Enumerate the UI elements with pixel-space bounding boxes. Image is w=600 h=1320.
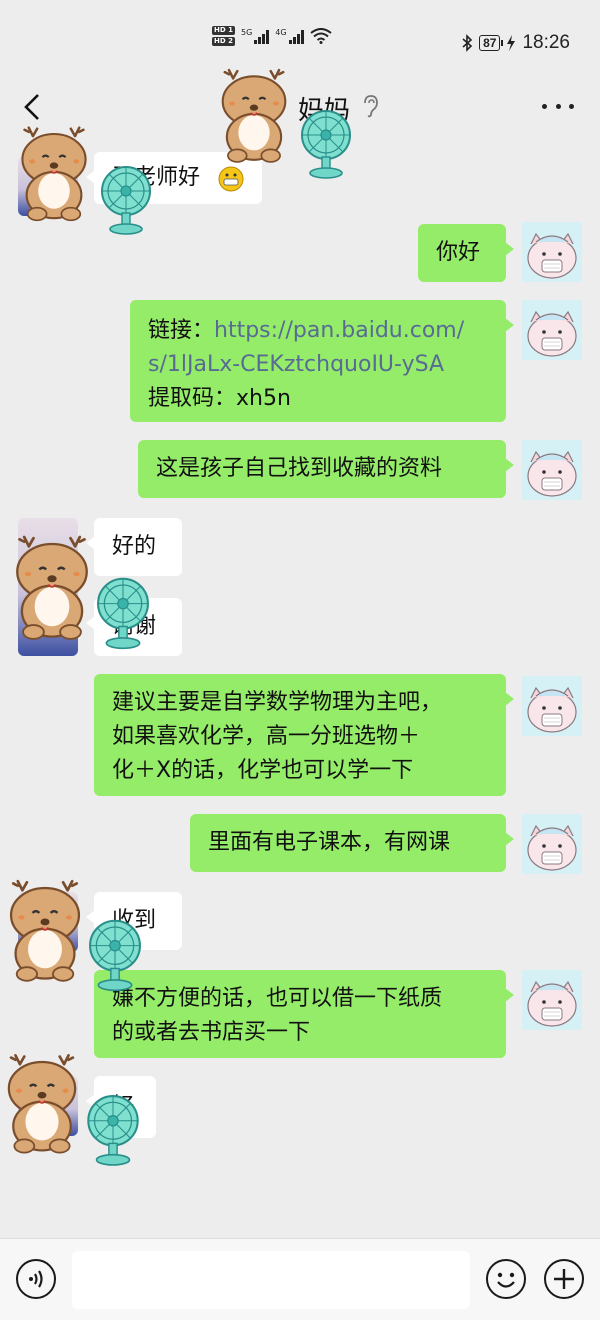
message-text: 这是孩子自己找到收藏的资料 xyxy=(156,456,443,481)
message-bubble-incoming[interactable]: 收到 xyxy=(86,892,182,950)
message-text: 里面有电子课本，有网课 xyxy=(208,830,451,855)
message-bubble-incoming[interactable]: 好 xyxy=(86,1076,156,1138)
message-line: 嫌不方便的话，也可以借一下纸质 xyxy=(112,986,443,1011)
message-line: 建议主要是自学数学物理为主吧， xyxy=(112,690,443,715)
message-text: 王老师好 xyxy=(112,165,201,190)
self-avatar[interactable] xyxy=(522,440,582,500)
status-right: 87 18:26 xyxy=(461,32,570,54)
input-bar xyxy=(0,1238,600,1320)
message-text: 好的 xyxy=(112,534,157,559)
emoji-icon xyxy=(497,1272,515,1288)
signal-icon-2: 4G xyxy=(275,28,304,44)
emoji-button[interactable] xyxy=(486,1259,526,1299)
message-bubble-outgoing[interactable]: 嫌不方便的话，也可以借一下纸质 的或者去书店买一下 xyxy=(94,970,514,1058)
contact-avatar[interactable] xyxy=(18,1076,78,1136)
plus-icon xyxy=(554,1269,574,1289)
link-url-line1[interactable]: https://pan.baidu.com/ xyxy=(214,318,464,343)
hd2-badge: HD 2 xyxy=(212,37,235,46)
ear-icon xyxy=(364,95,378,118)
extraction-code: 提取码：xh5n xyxy=(148,386,291,411)
more-button[interactable] xyxy=(542,100,574,112)
plus-button[interactable] xyxy=(544,1259,584,1299)
hd1-badge: HD 1 xyxy=(212,26,235,35)
message-input[interactable] xyxy=(72,1251,470,1309)
self-avatar[interactable] xyxy=(522,676,582,736)
message-bubble-incoming[interactable]: 王老师好 xyxy=(86,152,262,204)
contact-avatar[interactable] xyxy=(18,892,78,952)
voice-button[interactable] xyxy=(16,1259,56,1299)
message-bubble-outgoing[interactable]: 链接：https://pan.baidu.com/ s/1lJaLx-CEKzt… xyxy=(130,300,514,422)
self-avatar[interactable] xyxy=(522,814,582,874)
self-avatar[interactable] xyxy=(522,970,582,1030)
message-text: 收到 xyxy=(112,908,157,933)
message-text: 好 xyxy=(112,1094,135,1119)
self-avatar[interactable] xyxy=(522,222,582,282)
bluetooth-icon xyxy=(462,34,473,52)
link-label: 链接： xyxy=(148,318,215,343)
signal-icon-1: 5G xyxy=(241,28,270,44)
wifi-icon xyxy=(309,28,332,44)
message-bubble-outgoing[interactable]: 你好 xyxy=(418,224,514,282)
message-bubble-outgoing[interactable]: 里面有电子课本，有网课 xyxy=(190,814,514,872)
message-bubble-incoming[interactable]: 好的 xyxy=(86,518,182,576)
message-line: 的或者去书店买一下 xyxy=(112,1020,311,1045)
voice-icon xyxy=(29,1270,43,1288)
message-line: 如果喜欢化学，高一分班选物＋ xyxy=(112,724,421,749)
hd-badges: HD 1 HD 2 xyxy=(212,26,235,46)
message-bubble-incoming[interactable]: 谢谢 xyxy=(86,598,182,656)
self-avatar[interactable] xyxy=(522,300,582,360)
message-line: 化＋X的话，化学也可以学一下 xyxy=(112,758,414,783)
network-indicators: HD 1 HD 2 5G 4G xyxy=(212,26,332,46)
contact-avatar[interactable] xyxy=(18,156,78,216)
message-text: 谢谢 xyxy=(112,614,157,639)
back-button[interactable] xyxy=(18,90,46,124)
message-bubble-outgoing[interactable]: 这是孩子自己找到收藏的资料 xyxy=(138,440,514,498)
battery-icon: 87 xyxy=(479,35,504,51)
status-bar: HD 1 HD 2 5G 4G 87 18:26 xyxy=(0,0,600,82)
charging-icon xyxy=(507,35,516,51)
link-url-line2[interactable]: s/1lJaLx-CEKztchquoIU-ySA xyxy=(148,348,488,382)
contact-avatar[interactable] xyxy=(18,518,78,656)
chat-header: 妈妈 xyxy=(0,82,600,136)
message-bubble-outgoing[interactable]: 建议主要是自学数学物理为主吧， 如果喜欢化学，高一分班选物＋ 化＋X的话，化学也… xyxy=(94,674,514,796)
message-text: 你好 xyxy=(436,240,481,265)
chat-title: 妈妈 xyxy=(298,96,351,126)
back-arrow-icon xyxy=(24,94,39,120)
clock: 18:26 xyxy=(522,32,570,53)
